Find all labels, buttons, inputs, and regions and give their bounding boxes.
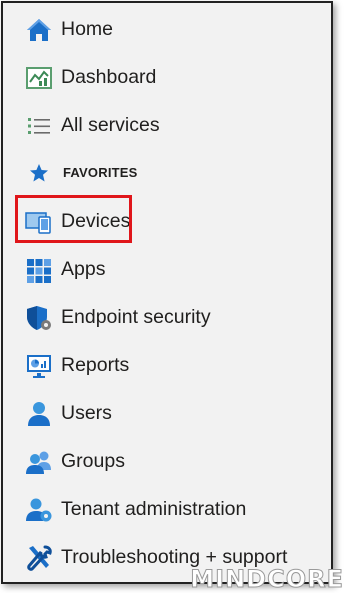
nav-item-groups[interactable]: Groups	[3, 439, 329, 483]
groups-icon	[26, 451, 51, 474]
nav-item-label: Endpoint security	[61, 306, 211, 328]
nav-item-all-services[interactable]: All services	[3, 103, 329, 147]
favorites-header: FAVORITES	[3, 159, 329, 189]
star-icon	[30, 164, 48, 182]
nav-item-users[interactable]: Users	[3, 391, 329, 435]
nav-item-label: Dashboard	[61, 66, 157, 88]
dashboard-icon	[26, 67, 52, 89]
tools-icon	[27, 545, 52, 571]
nav-item-label: Home	[61, 18, 114, 40]
apps-grid-icon	[27, 259, 51, 283]
nav-item-label: Reports	[61, 354, 130, 376]
nav-item-label: Users	[61, 402, 112, 424]
nav-item-label: Tenant administration	[61, 498, 247, 520]
nav-item-label: All services	[61, 114, 160, 136]
nav-item-tenant-administration[interactable]: Tenant administration	[3, 487, 329, 531]
devices-highlight-box	[15, 195, 132, 243]
shield-gear-icon	[27, 306, 51, 330]
nav-item-reports[interactable]: Reports	[3, 343, 329, 387]
nav-item-apps[interactable]: Apps	[3, 247, 329, 291]
nav-item-endpoint-security[interactable]: Endpoint security	[3, 295, 329, 339]
watermark: MINDCORE	[190, 565, 344, 593]
nav-item-dashboard[interactable]: Dashboard	[3, 55, 329, 99]
nav-item-home[interactable]: Home	[3, 7, 329, 51]
list-icon	[28, 118, 50, 134]
nav-item-label: Groups	[61, 450, 125, 472]
tenant-admin-icon	[26, 498, 52, 522]
user-icon	[28, 402, 50, 426]
favorites-label: FAVORITES	[63, 165, 138, 180]
home-icon	[27, 19, 51, 41]
nav-item-label: Apps	[61, 258, 106, 280]
reports-monitor-icon	[27, 355, 51, 378]
sidebar-panel: Home Dashboard All services FAVORITES De…	[1, 1, 333, 584]
